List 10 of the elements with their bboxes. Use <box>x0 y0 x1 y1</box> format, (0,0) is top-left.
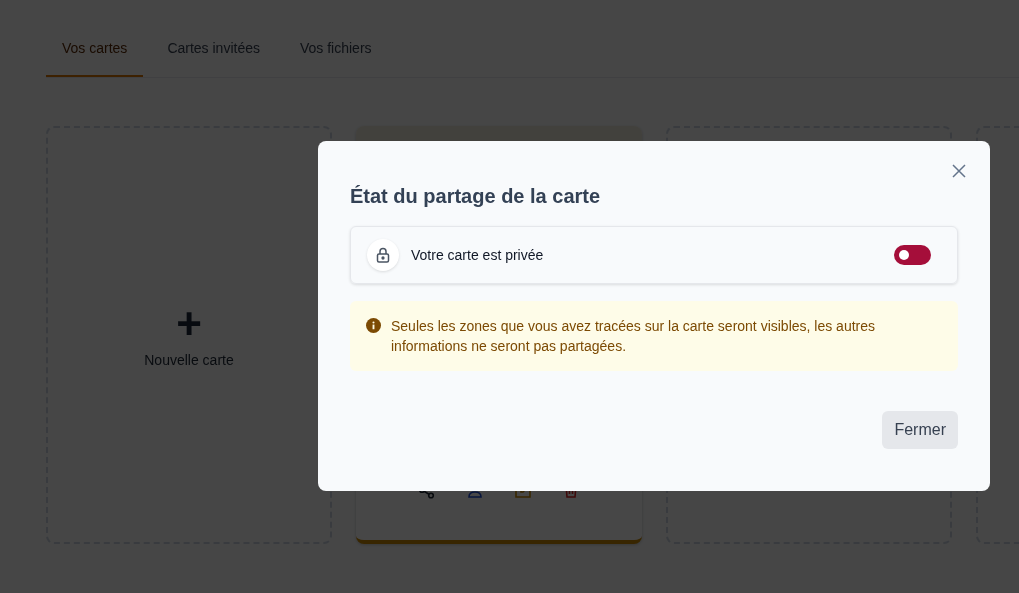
close-icon[interactable] <box>951 163 967 179</box>
close-button[interactable]: Fermer <box>882 411 958 449</box>
notice-text: Seules les zones que vous avez tracées sur la carte seront visibles, les autres informations ne seront pas partagées. <box>391 317 877 356</box>
lock-icon <box>367 239 399 271</box>
dialog-title: État du partage de la carte <box>350 185 602 208</box>
status-label: Votre carte est privée <box>411 247 545 263</box>
card-label: Nouvelle carte <box>144 352 234 368</box>
privacy-toggle[interactable] <box>894 245 931 265</box>
plus-icon: + <box>176 302 202 346</box>
info-icon <box>366 318 381 333</box>
